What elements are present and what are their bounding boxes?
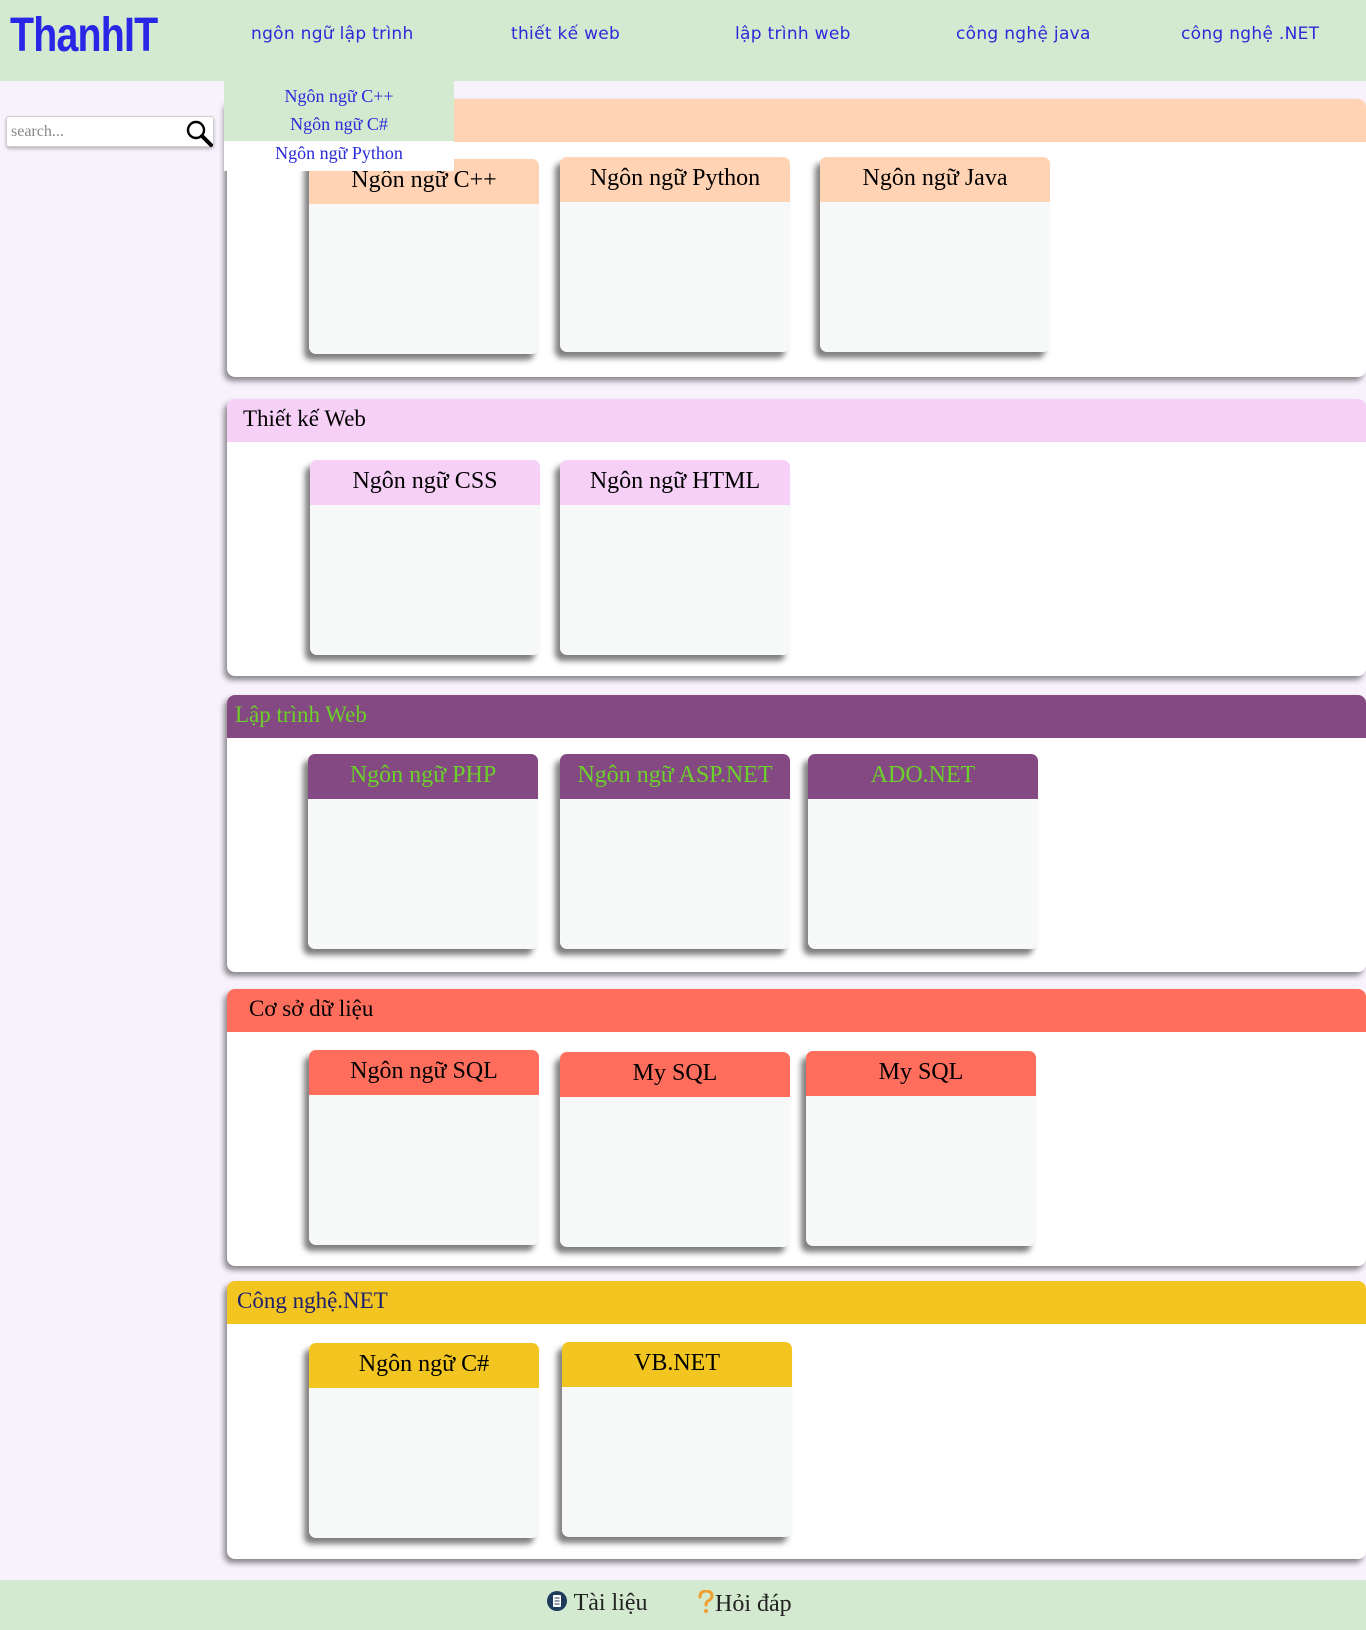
card-title: Ngôn ngữ HTML [560,460,790,505]
nav-item-cong-nghe-net[interactable]: công nghệ .NET [1181,24,1319,44]
section-header: Công nghệ.NET [227,1281,1366,1324]
card-css[interactable]: Ngôn ngữ CSS [310,460,540,655]
section-header: Lập trình Web [227,695,1366,738]
section-thiet-ke-web: Thiết kế Web Ngôn ngữ CSS Ngôn ngữ HTML [227,399,1366,676]
nav-item-ngon-ngu-lap-trinh[interactable]: ngôn ngữ lập trình [251,24,414,44]
section-header: Cơ sở dữ liệu [227,989,1366,1032]
section-co-so-du-lieu: Cơ sở dữ liệu Ngôn ngữ SQL My SQL My SQL [227,989,1366,1266]
dropdown-item-csharp[interactable]: Ngôn ngữ C# [224,111,454,139]
footer-docs-label: Tài liệu [573,1590,648,1617]
nav-item-thiet-ke-web[interactable]: thiết kế web [511,24,620,44]
section-title: Thiết kế Web [243,406,366,431]
card-title: Ngôn ngữ PHP [308,754,538,799]
card-title: Ngôn ngữ ASP.NET [560,754,790,799]
card-vbnet[interactable]: VB.NET [562,1342,792,1537]
card-title: My SQL [560,1052,790,1097]
section-title: Lập trình Web [235,702,367,727]
footer-link-docs[interactable]: Tài liệu [546,1590,648,1619]
section-title: Cơ sở dữ liệu [249,996,374,1021]
search-box [6,116,214,147]
card-java[interactable]: Ngôn ngữ Java [820,157,1050,352]
card-mysql[interactable]: My SQL [560,1052,790,1247]
document-icon [546,1590,568,1619]
section-lap-trinh-web: Lập trình Web Ngôn ngữ PHP Ngôn ngữ ASP.… [227,695,1366,972]
logo[interactable]: ThanhIT [10,8,158,63]
card-sql[interactable]: Ngôn ngữ SQL [309,1050,539,1245]
nav-item-lap-trinh-web[interactable]: lập trình web [735,24,851,44]
footer: Tài liệu Hỏi đáp [0,1580,1366,1630]
section-header: Thiết kế Web [227,399,1366,442]
card-html[interactable]: Ngôn ngữ HTML [560,460,790,655]
search-icon[interactable] [185,119,213,147]
section-title: Công nghệ.NET [237,1288,388,1313]
card-adonet[interactable]: ADO.NET [808,754,1038,949]
card-python[interactable]: Ngôn ngữ Python [560,157,790,352]
search-input[interactable] [11,121,181,143]
dropdown-item-cpp[interactable]: Ngôn ngữ C++ [224,83,454,111]
header: ThanhIT ngôn ngữ lập trình thiết kế web … [0,0,1366,81]
card-title: Ngôn ngữ CSS [310,460,540,505]
card-aspnet[interactable]: Ngôn ngữ ASP.NET [560,754,790,949]
card-cpp[interactable]: Ngôn ngữ C++ [309,159,539,354]
dropdown-item-python[interactable]: Ngôn ngữ Python [224,141,454,171]
section-cong-nghe-net: Công nghệ.NET Ngôn ngữ C# VB.NET [227,1281,1366,1559]
card-title: Ngôn ngữ Python [560,157,790,202]
card-title: Ngôn ngữ Java [820,157,1050,202]
card-title: ADO.NET [808,754,1038,799]
card-title: My SQL [806,1051,1036,1096]
card-title: Ngôn ngữ SQL [309,1050,539,1095]
footer-link-faq[interactable]: Hỏi đáp [697,1589,792,1621]
card-title: VB.NET [562,1342,792,1387]
question-icon [697,1589,715,1621]
card-php[interactable]: Ngôn ngữ PHP [308,754,538,949]
card-csharp[interactable]: Ngôn ngữ C# [309,1343,539,1538]
dropdown-menu: Ngôn ngữ C++ Ngôn ngữ C# Ngôn ngữ Python [224,81,454,171]
card-title: Ngôn ngữ C# [309,1343,539,1388]
nav-item-cong-nghe-java[interactable]: công nghệ java [956,24,1091,44]
card-mysql-2[interactable]: My SQL [806,1051,1036,1246]
footer-faq-label: Hỏi đáp [715,1591,792,1618]
